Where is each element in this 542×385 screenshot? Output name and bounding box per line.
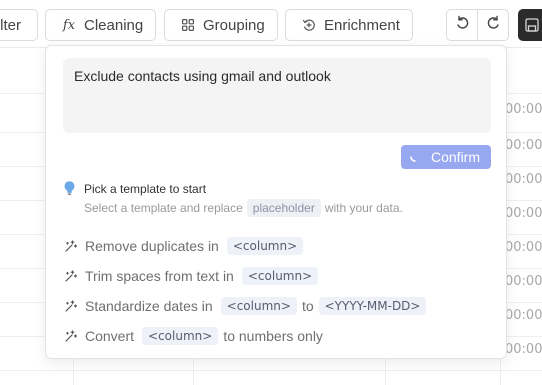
- save-button[interactable]: [518, 9, 542, 41]
- column-placeholder: <column>: [241, 267, 319, 285]
- undo-icon: [455, 15, 470, 35]
- prompt-textarea[interactable]: Exclude contacts using gmail and outlook: [63, 58, 491, 133]
- grid-icon: [181, 19, 195, 31]
- template-item-standardize-dates[interactable]: Standardize dates in <column> to <YYYY-M…: [64, 295, 431, 317]
- grouping-button-label: Grouping: [203, 16, 265, 34]
- template-description: Select a template and replace placeholde…: [84, 199, 403, 217]
- time-cell: 00:00: [505, 102, 542, 117]
- filter-button-label: lter: [0, 16, 21, 34]
- template-desc-text: Select a template and replace: [84, 201, 243, 215]
- magic-wand-icon: [64, 239, 78, 253]
- template-text: Standardize dates in: [85, 298, 213, 314]
- template-text: to numbers only: [223, 328, 323, 344]
- cleaning-popover: Exclude contacts using gmail and outlook…: [45, 45, 507, 359]
- time-cell: 00:00: [505, 206, 542, 221]
- time-cell: 00:00: [505, 138, 542, 153]
- column-placeholder: <column>: [226, 237, 304, 255]
- undo-button[interactable]: [447, 10, 477, 40]
- column-placeholder: <column>: [220, 297, 297, 315]
- template-text: Trim spaces from text in: [85, 268, 234, 284]
- filter-button[interactable]: lter: [0, 9, 38, 41]
- time-cell: 00:00: [505, 240, 542, 255]
- confirm-button[interactable]: Confirm: [401, 145, 491, 169]
- cleaning-button[interactable]: fx Cleaning: [45, 9, 156, 41]
- template-text: to: [301, 298, 314, 314]
- time-cell: 00:00: [505, 342, 542, 357]
- template-title: Pick a template to start: [84, 182, 207, 196]
- save-icon: [525, 18, 539, 37]
- loading-spinner-icon: [409, 151, 421, 163]
- template-desc-text: with your data.: [324, 201, 403, 215]
- redo-icon: [486, 15, 501, 35]
- time-cell: 00:00: [505, 172, 542, 187]
- lightbulb-icon: [64, 181, 75, 201]
- sparkle-refresh-icon: [302, 18, 316, 32]
- template-text: Remove duplicates in: [85, 238, 219, 254]
- magic-wand-icon: [64, 329, 78, 343]
- enrichment-button-label: Enrichment: [324, 16, 400, 34]
- date-format-placeholder: <YYYY-MM-DD>: [318, 297, 427, 315]
- placeholder-tag: placeholder: [246, 199, 321, 217]
- magic-wand-icon: [64, 269, 78, 283]
- column-placeholder: <column>: [142, 327, 219, 345]
- time-cell: 00:00: [505, 274, 542, 289]
- function-fx-icon: fx: [62, 17, 76, 33]
- cleaning-button-label: Cleaning: [84, 16, 144, 34]
- redo-button[interactable]: [477, 10, 508, 40]
- template-item-remove-duplicates[interactable]: Remove duplicates in <column>: [64, 235, 308, 257]
- undo-redo-group: [446, 9, 509, 41]
- template-item-convert-numbers[interactable]: Convert <column> to numbers only: [64, 325, 323, 347]
- magic-wand-icon: [64, 299, 78, 313]
- time-cell: 00:00: [505, 308, 542, 323]
- template-item-trim-spaces[interactable]: Trim spaces from text in <column>: [64, 265, 323, 287]
- template-text: Convert: [85, 328, 135, 344]
- grouping-button[interactable]: Grouping: [164, 9, 278, 41]
- enrichment-button[interactable]: Enrichment: [285, 9, 413, 41]
- confirm-button-label: Confirm: [431, 149, 481, 165]
